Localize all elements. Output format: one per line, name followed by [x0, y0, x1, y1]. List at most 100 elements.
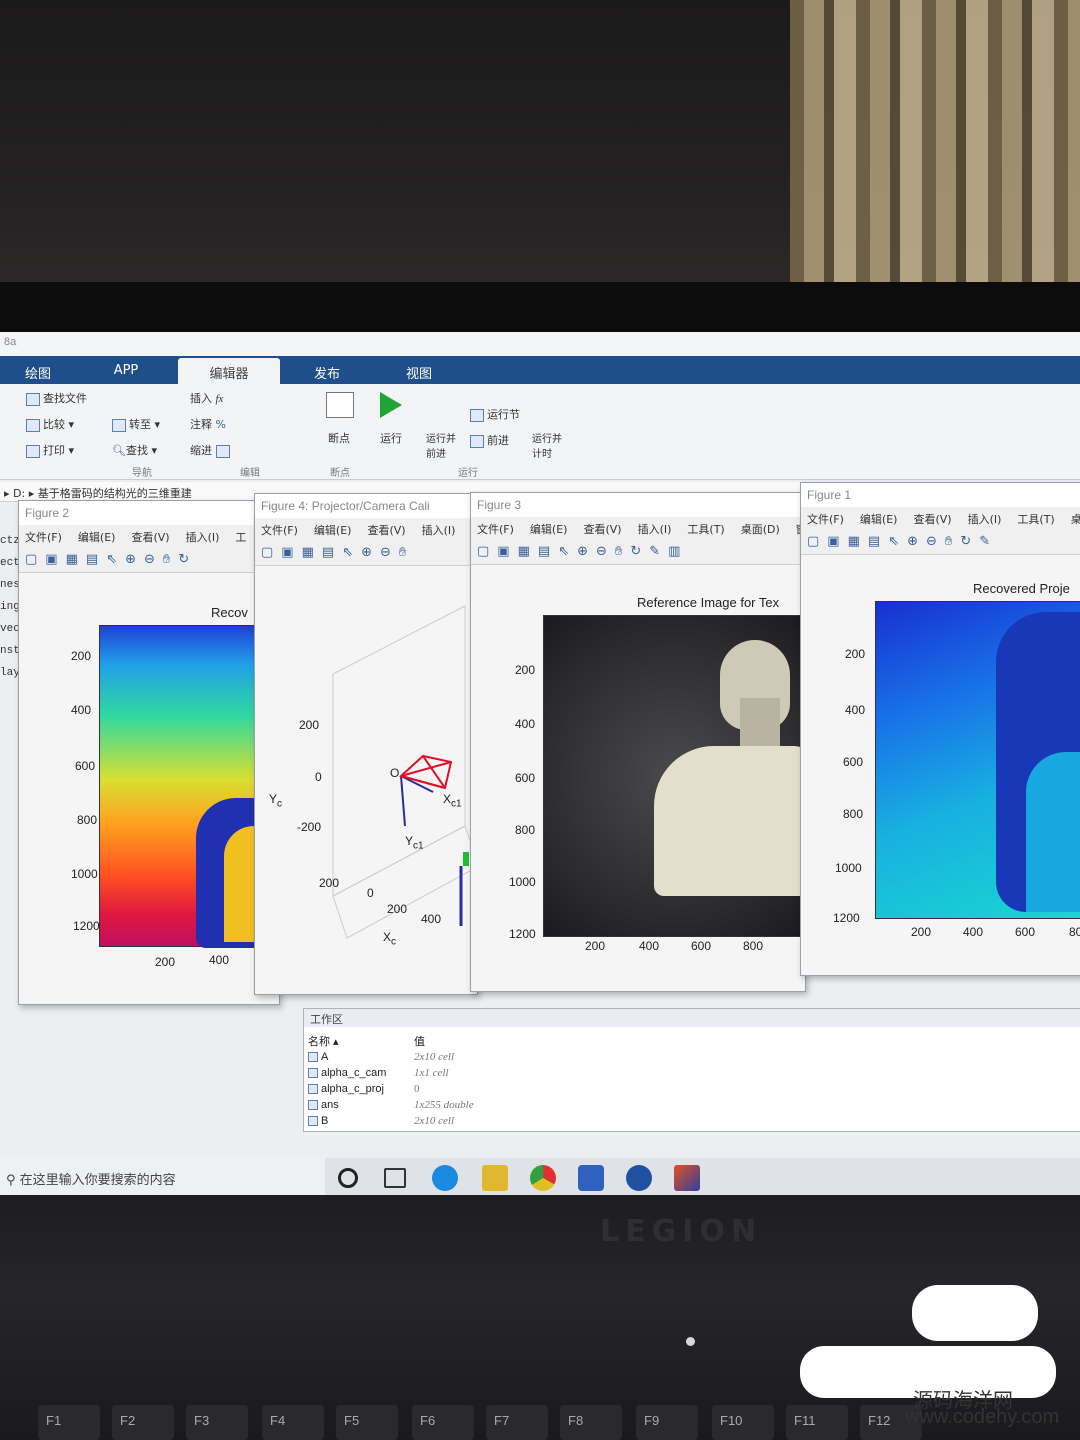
tab-publish[interactable]: 发布: [284, 358, 370, 384]
save-icon[interactable]: ▦: [66, 552, 78, 567]
run-advance-button[interactable]: 运行并前进: [426, 430, 460, 460]
menu-file[interactable]: 文件(F): [477, 523, 514, 536]
print-icon[interactable]: ▤: [322, 545, 334, 560]
new-icon[interactable]: ▢: [25, 552, 37, 567]
find-button[interactable]: 🔍︎查找 ▾: [112, 442, 157, 458]
new-icon[interactable]: ▢: [477, 544, 489, 559]
run-button[interactable]: 运行: [380, 430, 402, 446]
workspace-row[interactable]: A: [308, 1051, 328, 1063]
print-icon[interactable]: ▤: [538, 544, 550, 559]
menu-view[interactable]: 查看(V): [913, 513, 951, 526]
figure-4-title[interactable]: Figure 4: Projector/Camera Cali: [255, 494, 477, 518]
breakpoints-label[interactable]: 断点: [328, 430, 350, 446]
menu-insert[interactable]: 插入(I): [186, 531, 220, 544]
open-icon[interactable]: ▣: [827, 534, 839, 549]
tab-view[interactable]: 视图: [374, 358, 464, 384]
workspace-row[interactable]: B: [308, 1115, 328, 1127]
pointer-icon[interactable]: ⇖: [888, 534, 899, 549]
tab-plots[interactable]: 绘图: [0, 358, 76, 384]
advance-button[interactable]: 前进: [470, 432, 509, 448]
pan-icon[interactable]: ✋︎: [945, 534, 952, 549]
print-icon[interactable]: ▤: [86, 552, 98, 567]
indent-button[interactable]: 缩进: [190, 442, 233, 458]
edge-icon[interactable]: [432, 1165, 458, 1191]
save-icon[interactable]: ▦: [848, 534, 860, 549]
menu-tools[interactable]: 工具(T): [1017, 513, 1054, 526]
workspace-col-value[interactable]: 值: [414, 1033, 425, 1049]
zoom-in-icon[interactable]: ⊕: [907, 534, 918, 549]
find-files-button[interactable]: 查找文件: [26, 390, 87, 406]
rotate-icon[interactable]: ↻: [960, 534, 971, 549]
workspace-row[interactable]: ans: [308, 1099, 339, 1111]
goto-button[interactable]: 转至 ▾: [112, 416, 160, 432]
menu-file[interactable]: 文件(F): [261, 524, 298, 537]
zoom-in-icon[interactable]: ⊕: [361, 545, 372, 560]
menu-desktop[interactable]: 桌面(D): [741, 523, 780, 536]
save-icon[interactable]: ▦: [518, 544, 530, 559]
figure-4-window[interactable]: Figure 4: Projector/Camera Cali 文件(F) 编辑(…: [254, 493, 478, 995]
insert-button[interactable]: 插入 fx: [190, 390, 223, 406]
tab-apps[interactable]: APP: [80, 358, 172, 384]
menu-tools[interactable]: 工: [235, 531, 246, 544]
figure-1-title[interactable]: Figure 1: [801, 483, 1080, 507]
zoom-out-icon[interactable]: ⊖: [144, 552, 155, 567]
comment-button[interactable]: 注释 %: [190, 416, 226, 432]
figure-3-window[interactable]: Figure 3 文件(F)编辑(E)查看(V)插入(I)工具(T)桌面(D)窗…: [470, 492, 806, 992]
figure-3-title[interactable]: Figure 3: [471, 493, 805, 517]
menu-tools[interactable]: 工具(T): [687, 523, 724, 536]
task-view-icon[interactable]: [384, 1168, 406, 1188]
menu-file[interactable]: 文件(F): [25, 531, 62, 544]
open-icon[interactable]: ▣: [497, 544, 509, 559]
workspace-col-name[interactable]: 名称 ▴: [308, 1033, 339, 1049]
menu-insert[interactable]: 插入(I): [638, 523, 672, 536]
tab-editor[interactable]: 编辑器: [178, 358, 280, 384]
figure-2-window[interactable]: Figure 2 文件(F) 编辑(E) 查看(V) 插入(I) 工 ▢ ▣ ▦ ▤ ⇖ ⊕ ⊖ ✋︎…: [18, 500, 280, 1005]
pointer-icon[interactable]: ⇖: [106, 552, 117, 567]
pan-icon[interactable]: ✋︎: [615, 544, 622, 559]
datacursor-icon[interactable]: ✎: [979, 534, 990, 549]
menu-insert[interactable]: 插入(I): [968, 513, 1002, 526]
menu-view[interactable]: 查看(V): [131, 531, 169, 544]
rotate-icon[interactable]: ↻: [630, 544, 641, 559]
save-icon[interactable]: ▦: [302, 545, 314, 560]
zoom-out-icon[interactable]: ⊖: [380, 545, 391, 560]
matlab-icon[interactable]: [674, 1165, 700, 1191]
run-section-button[interactable]: 运行节: [470, 406, 520, 422]
app-icon[interactable]: [626, 1165, 652, 1191]
run-time-button[interactable]: 运行并计时: [532, 430, 568, 460]
open-icon[interactable]: ▣: [45, 552, 57, 567]
menu-edit[interactable]: 编辑(E): [314, 524, 352, 537]
cortana-icon[interactable]: [338, 1168, 358, 1188]
pointer-icon[interactable]: ⇖: [342, 545, 353, 560]
zoom-in-icon[interactable]: ⊕: [125, 552, 136, 567]
workspace-row[interactable]: alpha_c_cam: [308, 1067, 386, 1079]
pan-icon[interactable]: ✋︎: [399, 545, 406, 560]
menu-view[interactable]: 查看(V): [367, 524, 405, 537]
app-icon[interactable]: [578, 1165, 604, 1191]
zoom-in-icon[interactable]: ⊕: [577, 544, 588, 559]
workspace-row[interactable]: alpha_c_proj: [308, 1083, 384, 1095]
chrome-icon[interactable]: [530, 1165, 556, 1191]
run-icon[interactable]: [380, 392, 402, 418]
pan-icon[interactable]: ✋︎: [163, 552, 170, 567]
pointer-icon[interactable]: ⇖: [558, 544, 569, 559]
taskbar-search[interactable]: ⚲ 在这里输入你要搜索的内容: [0, 1158, 325, 1198]
menu-view[interactable]: 查看(V): [583, 523, 621, 536]
datacursor-icon[interactable]: ✎: [649, 544, 660, 559]
menu-insert[interactable]: 插入(I): [422, 524, 456, 537]
menu-edit[interactable]: 编辑(E): [530, 523, 568, 536]
figure-2-title[interactable]: Figure 2: [19, 501, 279, 525]
breakpoint-icon[interactable]: [326, 392, 354, 418]
print-button[interactable]: 打印 ▾: [26, 442, 74, 458]
file-explorer-icon[interactable]: [482, 1165, 508, 1191]
open-icon[interactable]: ▣: [281, 545, 293, 560]
zoom-out-icon[interactable]: ⊖: [596, 544, 607, 559]
new-icon[interactable]: ▢: [807, 534, 819, 549]
menu-file[interactable]: 文件(F): [807, 513, 844, 526]
compare-button[interactable]: 比较 ▾: [26, 416, 74, 432]
colorbar-icon[interactable]: ▥: [668, 544, 680, 559]
menu-edit[interactable]: 编辑(E): [78, 531, 116, 544]
figure-1-window[interactable]: Figure 1 文件(F) 编辑(E) 查看(V) 插入(I) 工具(T) 桌 ▢ ▣ ▦ ▤…: [800, 482, 1080, 976]
rotate-icon[interactable]: ↻: [178, 552, 189, 567]
new-icon[interactable]: ▢: [261, 545, 273, 560]
